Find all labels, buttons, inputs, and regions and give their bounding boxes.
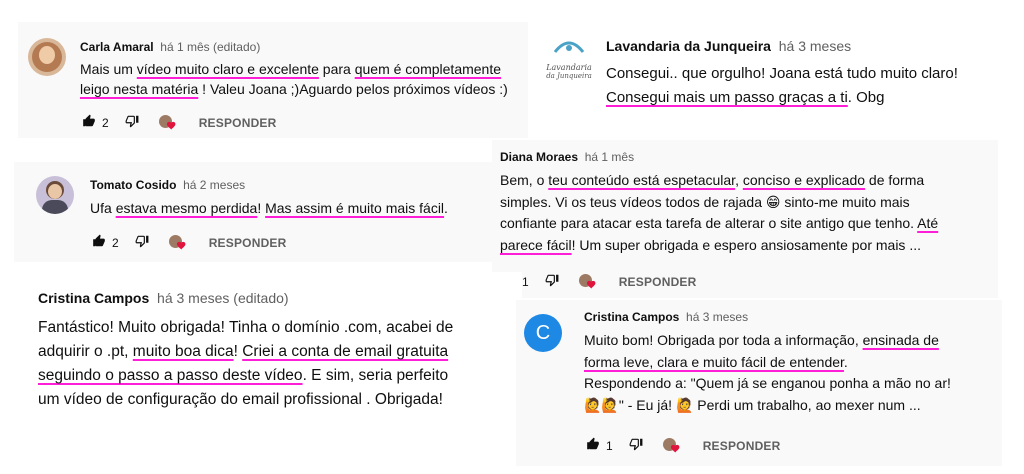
author-name[interactable]: Cristina Campos (38, 290, 149, 306)
comment-card-lavandaria: Lavandaria da Junqueira Lavandaria da Ju… (534, 22, 1024, 122)
comment-text: Ufa estava mesmo perdida! Mas assim é mu… (90, 200, 448, 216)
avatar[interactable] (36, 176, 74, 214)
comment-card-cristina-2: C Cristina Campos há 3 meses Muito bom! … (516, 300, 1002, 466)
thumbs-down-icon[interactable] (629, 437, 643, 454)
thumbs-up-icon[interactable] (92, 234, 106, 251)
timestamp[interactable]: há 2 meses (183, 178, 245, 192)
avatar-letter: C (535, 322, 551, 344)
timestamp[interactable]: há 3 meses (779, 38, 851, 54)
like-count: 2 (102, 115, 109, 130)
thumbs-up-icon[interactable] (586, 437, 600, 454)
author-name[interactable]: Carla Amaral (80, 40, 154, 54)
logo-text-sub: da Junqueira (546, 72, 592, 80)
comment-card-carla: Carla Amaral há 1 mês (editado) Mais um … (18, 22, 528, 138)
comment-text: Muito bom! Obrigada por toda a informaçã… (584, 332, 951, 414)
timestamp[interactable]: há 1 mês (editado) (160, 40, 260, 54)
thumbs-up-icon[interactable] (82, 114, 96, 131)
avatar[interactable]: C (524, 314, 562, 352)
author-name[interactable]: Diana Moraes (500, 150, 578, 164)
reply-button[interactable]: RESPONDER (209, 236, 287, 250)
author-name[interactable]: Lavandaria da Junqueira (606, 38, 771, 54)
like-count: 2 (112, 235, 119, 250)
timestamp[interactable]: há 1 mês (585, 150, 634, 164)
reply-button[interactable]: RESPONDER (703, 439, 781, 453)
comment-card-tomato: Tomato Cosido há 2 meses Ufa estava mesm… (14, 162, 496, 262)
thumbs-down-icon[interactable] (125, 114, 139, 131)
reply-button[interactable]: RESPONDER (199, 116, 277, 130)
author-name[interactable]: Tomato Cosido (90, 178, 176, 192)
comment-actions: 1 RESPONDER (502, 273, 697, 290)
avatar[interactable]: Lavandaria da Junqueira (540, 36, 598, 88)
creator-heart-icon (578, 273, 597, 290)
reply-button[interactable]: RESPONDER (619, 275, 697, 289)
creator-heart-icon (158, 114, 177, 131)
comment-actions: 1 RESPONDER (586, 437, 781, 454)
comment-card-diana: Diana Moraes há 1 mês Bem, o teu conteúd… (492, 140, 998, 298)
creator-heart-icon (662, 437, 681, 454)
thumbs-down-icon[interactable] (545, 273, 559, 290)
comment-text: Fantástico! Muito obrigada! Tinha o domí… (38, 319, 454, 409)
comment-text: Mais um vídeo muito claro e excelente pa… (80, 61, 508, 98)
creator-heart-icon (168, 234, 187, 251)
like-count: 1 (522, 274, 529, 289)
timestamp[interactable]: há 3 meses (686, 310, 748, 324)
avatar[interactable] (28, 38, 66, 76)
logo-text: Lavandaria (546, 63, 592, 72)
like-count: 1 (606, 438, 613, 453)
comment-text: Bem, o teu conteúdo está espetacular, co… (500, 172, 939, 254)
comment-card-cristina-1: Cristina Campos há 3 meses (editado) Fan… (28, 272, 522, 418)
comment-text: Consegui.. que orgulho! Joana está tudo … (606, 65, 958, 106)
author-name[interactable]: Cristina Campos (584, 310, 679, 324)
comment-actions: 2 RESPONDER (92, 234, 287, 251)
comment-actions: 2 RESPONDER (82, 114, 277, 131)
timestamp[interactable]: há 3 meses (editado) (157, 290, 289, 306)
thumbs-down-icon[interactable] (135, 234, 149, 251)
